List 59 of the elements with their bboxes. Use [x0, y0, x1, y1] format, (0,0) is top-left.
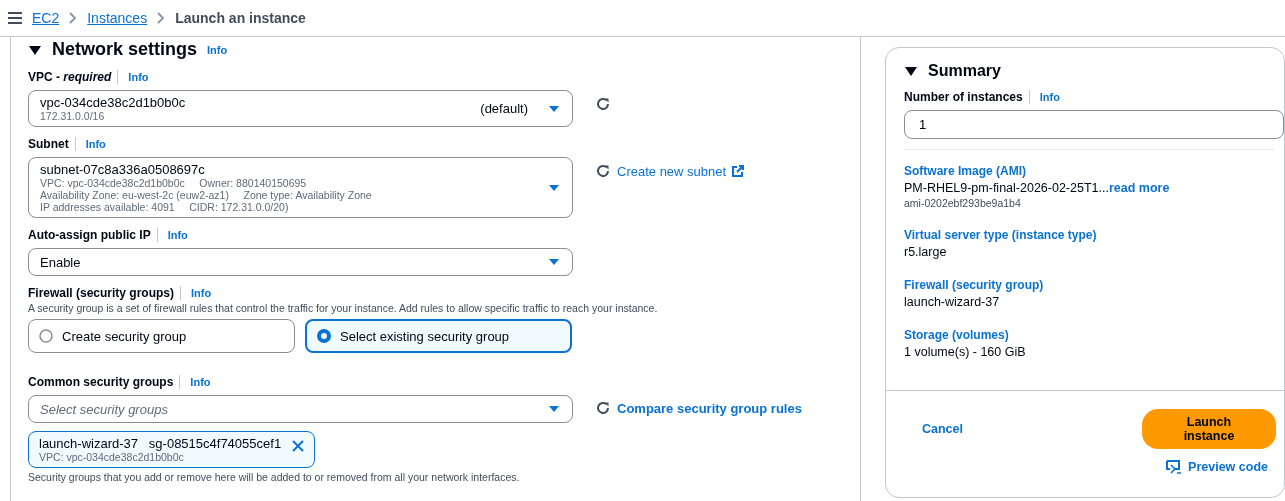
close-icon[interactable] — [292, 440, 304, 452]
radio-tile[interactable]: Select existing security group — [305, 319, 572, 353]
refresh-icon[interactable] — [595, 96, 611, 112]
summary-item-value: PM-RHEL9-pm-final-2026-02-25T1... — [904, 181, 1109, 195]
field-label: Firewall (security groups) — [28, 286, 175, 300]
summary-item-value: launch-wizard-37 — [904, 295, 1000, 309]
code-preview-icon — [1166, 460, 1183, 474]
read-more-link[interactable]: read more — [1108, 181, 1170, 195]
summary-item-link[interactable]: Storage (volumes) — [904, 328, 1284, 342]
summary-item-link[interactable]: Virtual server type (instance type) — [904, 228, 1284, 242]
info-link[interactable]: Info — [1039, 91, 1060, 103]
chevron-icon — [157, 12, 166, 24]
info-link[interactable]: Info — [207, 43, 228, 56]
info-link[interactable]: Info — [190, 376, 211, 388]
instances-input[interactable]: 1 — [904, 110, 1284, 139]
field-label: Common security groups — [28, 375, 174, 389]
info-link[interactable]: Info — [85, 138, 106, 150]
summary-item-value: r5.large — [904, 245, 947, 259]
breadcrumb-current: Launch an instance — [175, 10, 306, 26]
info-link[interactable]: Info — [167, 229, 188, 241]
summary-item-link[interactable]: Software Image (AMI) — [904, 164, 1284, 178]
summary-item-link[interactable]: Firewall (security group) — [904, 278, 1284, 292]
info-link[interactable]: Info — [128, 71, 149, 83]
preview-code-button[interactable]: Preview code — [1160, 459, 1274, 475]
ami-id: ami-0202ebf293be9a1b4 — [904, 197, 1022, 209]
collapse-triangle-icon[interactable] — [904, 64, 918, 78]
caret-icon — [548, 258, 560, 266]
radio-button-icon — [317, 329, 331, 343]
refresh-icon[interactable] — [595, 400, 611, 416]
radio-tile[interactable]: Create security group — [28, 319, 295, 353]
field-description: A security group is a set of firewall rules that control the traffic for your instance. Add rules to allow specific traffic to reach your instance. — [28, 302, 659, 314]
create-subnet-link[interactable]: Create new subnet — [617, 163, 727, 179]
section-title: Network settings — [52, 39, 198, 60]
caret-icon — [548, 405, 560, 413]
security-groups-select[interactable]: Select security groups — [28, 395, 573, 423]
refresh-icon[interactable] — [595, 163, 611, 179]
summary-title: Summary — [928, 62, 1001, 80]
caret-icon — [548, 183, 560, 192]
external-link-icon — [732, 165, 745, 177]
subnet-select[interactable]: subnet-07c8a336a0508697c VPC: vpc-034cde38c2d1b0b0c Owner: 880140150695 Availability Zone: eu-west-2c (euw2-az1) Zone type: Availability Zone IP addresses available: 4091 CIDR: 172.31.0.0/20) — [28, 157, 573, 218]
compare-rules-link[interactable]: Compare security group rules — [617, 400, 802, 416]
summary-item-value: 1 volume(s) - 160 GiB — [904, 345, 1026, 359]
cancel-button[interactable]: Cancel — [922, 422, 963, 436]
vpc-select[interactable]: vpc-034cde38c2d1b0b0c 172.31.0.0/16 (default) — [28, 90, 573, 127]
caret-icon — [548, 104, 560, 113]
launch-instance-button[interactable]: Launch instance — [1142, 409, 1276, 449]
field-label: Auto-assign public IP — [28, 228, 151, 242]
radio-button-icon — [39, 329, 53, 343]
field-label: Number of instances — [904, 90, 1023, 104]
breadcrumb-link[interactable]: Instances — [87, 10, 148, 26]
field-note: Security groups that you add or remove here will be added to or removed from all your network interfaces. — [28, 471, 521, 483]
public-ip-select[interactable]: Enable — [28, 248, 573, 276]
chevron-icon — [69, 12, 78, 24]
breadcrumb-link[interactable]: EC2 — [32, 10, 60, 26]
field-label: VPC - required — [28, 70, 112, 84]
field-label: Subnet — [28, 137, 69, 151]
security-group-token: launch-wizard-37 sg-08515c4f74055cef1 VPC: vpc-034cde38c2d1b0b0c — [28, 431, 315, 468]
info-link[interactable]: Info — [191, 287, 212, 299]
menu-icon[interactable] — [8, 12, 22, 24]
